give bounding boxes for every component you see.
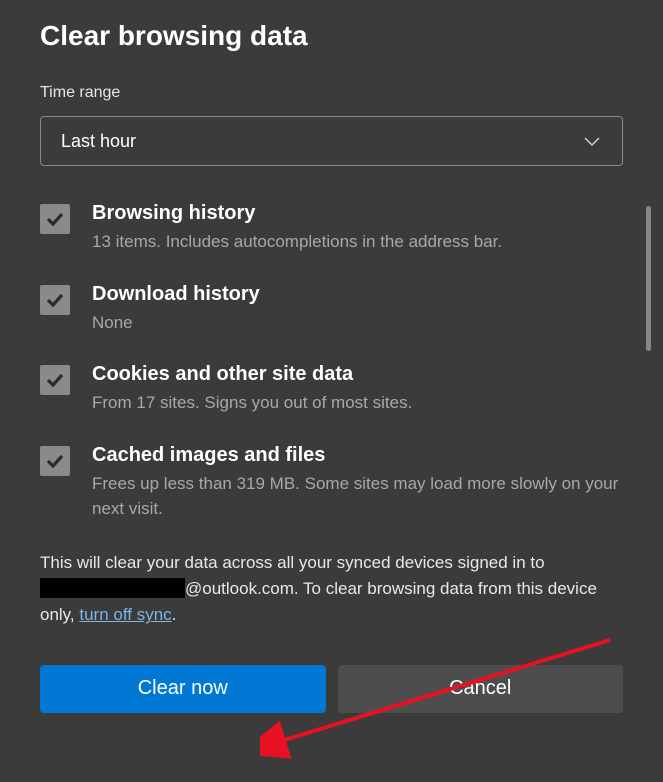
option-cookies: Cookies and other site data From 17 site… <box>40 363 623 416</box>
option-title: Download history <box>92 283 623 306</box>
time-range-label: Time range <box>40 84 623 102</box>
notice-prefix: This will clear your data across all you… <box>40 553 545 572</box>
option-title: Browsing history <box>92 202 623 225</box>
checkbox-cached[interactable] <box>40 446 70 476</box>
checkbox-download-history[interactable] <box>40 285 70 315</box>
cancel-button[interactable]: Cancel <box>338 665 624 713</box>
option-desc: Frees up less than 319 MB. Some sites ma… <box>92 471 623 522</box>
option-download-history: Download history None <box>40 283 623 336</box>
turn-off-sync-link[interactable]: turn off sync <box>79 605 171 624</box>
chevron-down-icon <box>582 131 602 151</box>
button-row: Clear now Cancel <box>40 665 623 713</box>
clear-now-button[interactable]: Clear now <box>40 665 326 713</box>
time-range-value: Last hour <box>61 131 582 152</box>
option-desc: 13 items. Includes autocompletions in th… <box>92 229 623 255</box>
checkbox-browsing-history[interactable] <box>40 204 70 234</box>
option-title: Cookies and other site data <box>92 363 623 386</box>
time-range-select[interactable]: Last hour <box>40 116 623 166</box>
dialog-title: Clear browsing data <box>40 20 623 52</box>
option-title: Cached images and files <box>92 444 623 467</box>
checkbox-cookies[interactable] <box>40 365 70 395</box>
sync-notice: This will clear your data across all you… <box>40 550 623 629</box>
option-cached: Cached images and files Frees up less th… <box>40 444 623 522</box>
option-browsing-history: Browsing history 13 items. Includes auto… <box>40 202 623 255</box>
notice-suffix: . <box>172 605 177 624</box>
option-desc: From 17 sites. Signs you out of most sit… <box>92 390 623 416</box>
option-desc: None <box>92 310 623 336</box>
redacted-email <box>40 578 185 598</box>
scrollbar[interactable] <box>646 206 651 351</box>
options-list: Browsing history 13 items. Includes auto… <box>40 202 623 522</box>
